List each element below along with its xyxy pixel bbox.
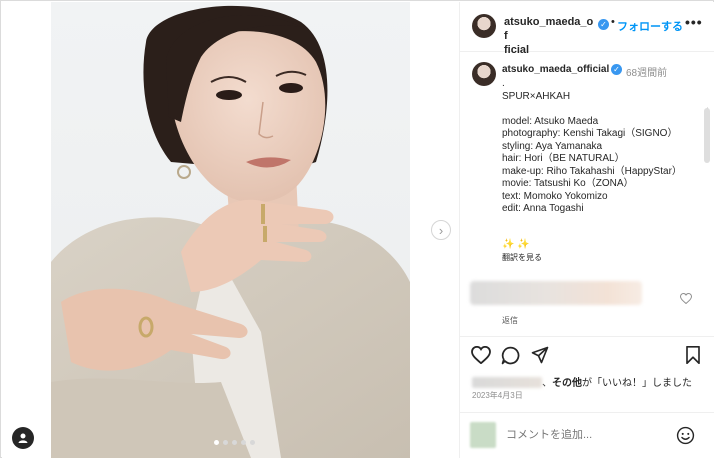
action-bar xyxy=(460,338,714,372)
add-comment-bar xyxy=(460,412,714,458)
post-header: atsuko_maeda_of ficial ✓ • フォローする ••• xyxy=(460,2,714,56)
carousel-dot xyxy=(250,440,255,445)
post-date[interactable]: 2023年4月3日 xyxy=(472,390,523,401)
comment-icon[interactable] xyxy=(501,346,520,365)
avatar xyxy=(470,422,496,448)
verified-badge-icon: ✓ xyxy=(598,19,609,30)
carousel-dot xyxy=(241,440,246,445)
caption-line: styling: Aya Yamanaka xyxy=(502,140,603,152)
follow-button[interactable]: フォローする xyxy=(617,18,683,34)
user-tag-icon xyxy=(18,433,28,443)
caption-text: . SPUR×AHKAH model: Atsuko Maeda photogr… xyxy=(502,78,702,216)
carousel-dot xyxy=(223,440,228,445)
caption-line: hair: Hori（BE NATURAL） xyxy=(502,153,625,164)
scrollbar-thumb[interactable] xyxy=(704,108,710,163)
verified-badge-icon: ✓ xyxy=(611,64,622,75)
comment-input[interactable] xyxy=(506,429,656,441)
comments-section: atsuko_maeda_official ✓ 68週間前 . SPUR×AHK… xyxy=(460,53,714,337)
emoji-icon[interactable] xyxy=(676,426,695,445)
next-slide-button[interactable]: › xyxy=(431,220,451,240)
blurred-liker-name xyxy=(472,377,542,388)
see-translation-link[interactable]: 翻訳を見る xyxy=(502,252,542,263)
caption-line: SPUR×AHKAH xyxy=(502,90,571,102)
post-media: › xyxy=(2,2,459,458)
portrait-image xyxy=(51,5,410,458)
chevron-right-icon: › xyxy=(438,222,444,238)
carousel-indicator xyxy=(214,440,255,445)
heart-icon[interactable] xyxy=(680,293,692,304)
avatar[interactable] xyxy=(472,14,496,38)
blurred-comment xyxy=(470,281,642,305)
likes-summary[interactable]: 、その他が「いいね！」しました xyxy=(472,374,712,389)
caption-line: . xyxy=(502,78,505,89)
caption-line: model: Atsuko Maeda xyxy=(502,115,599,127)
caption-line: text: Momoko Yokomizo xyxy=(502,190,608,202)
caption-line: photography: Kenshi Takagi（SIGNO） xyxy=(502,128,678,139)
user-tag-button[interactable] xyxy=(12,427,34,449)
separator-dot: • xyxy=(611,16,615,28)
caption-line xyxy=(502,103,702,116)
post-time[interactable]: 68週間前 xyxy=(626,64,667,79)
caption-line: movie: Tatsushi Ko（ZONA） xyxy=(502,178,634,189)
caption-username[interactable]: atsuko_maeda_official xyxy=(502,64,609,75)
instagram-post-window: › atsuko_maeda_of ficial ✓ • フォローする ••• … xyxy=(0,0,714,458)
send-icon[interactable] xyxy=(531,346,549,364)
likes-others-link[interactable]: その他 xyxy=(552,378,582,389)
caption-line: edit: Anna Togashi xyxy=(502,203,584,214)
header-username[interactable]: atsuko_maeda_of ficial xyxy=(504,15,596,57)
more-options-button[interactable]: ••• xyxy=(685,14,703,30)
caption-line: make-up: Riho Takahashi（HappyStar） xyxy=(502,165,682,177)
heart-icon[interactable] xyxy=(471,346,491,364)
carousel-dot-active xyxy=(214,440,219,445)
avatar[interactable] xyxy=(472,62,496,86)
sparkles-emoji: ✨ ✨ xyxy=(502,239,530,250)
post-side-panel: atsuko_maeda_of ficial ✓ • フォローする ••• at… xyxy=(459,2,714,458)
bookmark-icon[interactable] xyxy=(685,346,701,364)
reply-link[interactable]: 返信 xyxy=(502,315,518,326)
carousel-dot xyxy=(232,440,237,445)
post-photo[interactable] xyxy=(51,2,410,458)
